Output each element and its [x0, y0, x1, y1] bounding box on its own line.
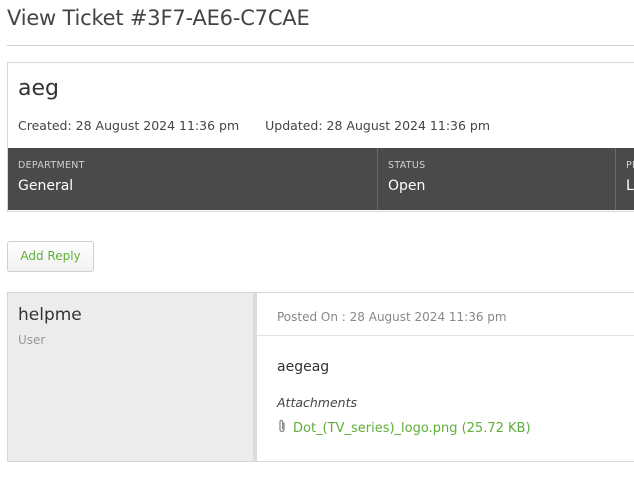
ticket-dates: Created: 28 August 2024 11:36 pm Updated… — [18, 118, 490, 133]
priority-cell: PR L — [616, 148, 634, 210]
attachments-heading: Attachments — [277, 395, 358, 410]
author-name: helpme — [18, 305, 82, 325]
status-label: STATUS — [388, 160, 426, 171]
department-label: DEPARTMENT — [18, 160, 85, 171]
posted-on: Posted On : 28 August 2024 11:36 pm — [277, 310, 507, 324]
status-value: Open — [388, 178, 426, 194]
department-value: General — [18, 178, 74, 194]
message-body: aegeag — [277, 359, 330, 375]
ticket-info-bar: DEPARTMENT General STATUS Open PR L — [8, 148, 634, 210]
ticket-subject: aeg — [18, 76, 59, 101]
reply-message-panel: Posted On : 28 August 2024 11:36 pm aege… — [257, 293, 634, 461]
attachment-link[interactable]: Dot_(TV_series)_logo.png (25.72 KB) — [293, 421, 531, 436]
message-divider — [257, 335, 634, 336]
page-title: View Ticket #3F7-AE6-C7CAE — [7, 6, 310, 30]
priority-label: PR — [626, 160, 634, 171]
department-cell: DEPARTMENT General — [8, 148, 378, 210]
add-reply-button[interactable]: Add Reply — [7, 241, 94, 272]
updated-date: Updated: 28 August 2024 11:36 pm — [265, 118, 491, 133]
attachment-item: Dot_(TV_series)_logo.png (25.72 KB) — [277, 419, 531, 436]
ticket-summary: aeg Created: 28 August 2024 11:36 pm Upd… — [7, 62, 634, 212]
status-cell: STATUS Open — [378, 148, 616, 210]
priority-value: L — [626, 178, 634, 194]
reply-author-panel: helpme User — [8, 293, 257, 461]
title-divider — [7, 45, 634, 46]
paperclip-icon — [277, 419, 287, 433]
ticket-reply: helpme User Posted On : 28 August 2024 1… — [7, 292, 634, 462]
created-date: Created: 28 August 2024 11:36 pm — [18, 118, 240, 133]
author-role: User — [18, 333, 46, 347]
